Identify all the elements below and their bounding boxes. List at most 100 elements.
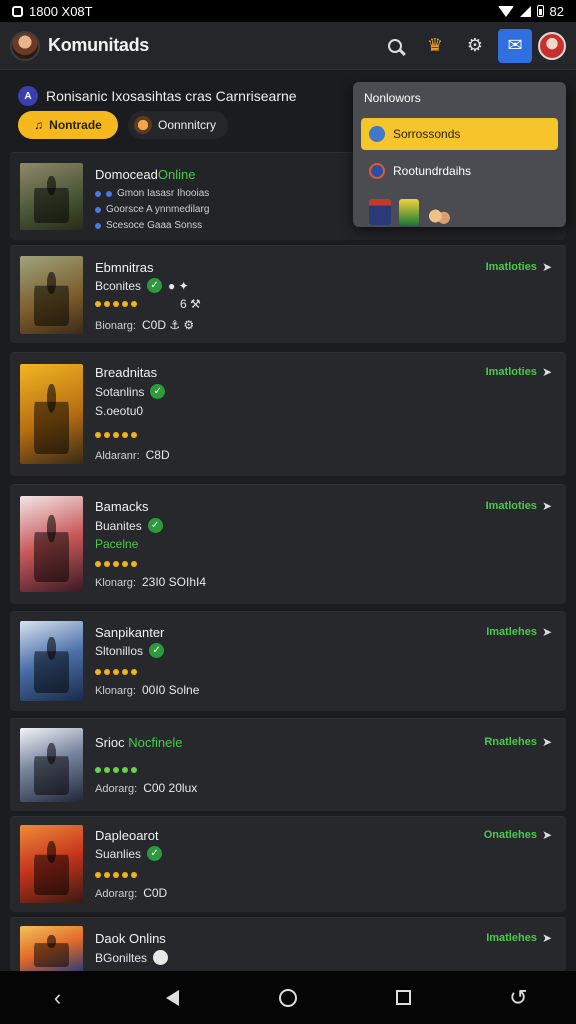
- game-thumbnail[interactable]: [399, 199, 419, 225]
- status-link[interactable]: Onatlehes ➤: [484, 828, 552, 842]
- status-line: Sotanlins ✓: [95, 384, 166, 399]
- status-link[interactable]: Rnatlehes ➤: [484, 735, 552, 749]
- system-nav-bar: ‹ ↺: [0, 971, 576, 1024]
- filter-chips: ♫ Nontrade Oonnnitcry: [18, 111, 229, 139]
- filter-dropdown: Nonlowors Sorrossonds Rootundrdaihs: [353, 82, 566, 227]
- list-item[interactable]: Breadnitas Sotanlins ✓ S.oeotu0 Aldaranr…: [10, 352, 566, 476]
- friend-name: Daok Onlins: [95, 931, 166, 946]
- home-circle-icon: [278, 988, 297, 1007]
- list-item[interactable]: Ebmnitras Bconites ✓ ● ✦ 6 ⚒ Bionarg: C0D…: [10, 245, 566, 343]
- check-icon: ✓: [150, 384, 166, 399]
- detail-line: Goorsce A ynnmedilarg: [95, 204, 209, 215]
- meta-line: Aldaranr: C8D: [95, 448, 170, 462]
- meta-line: Klonarg: 23I0 SOIhI4: [95, 575, 207, 589]
- status-link[interactable]: Imatloties ➤: [486, 260, 552, 274]
- status-line: Buanites ✓: [95, 518, 163, 533]
- filter-chip-primary[interactable]: ♫ Nontrade: [18, 111, 118, 139]
- game-thumbnail: [20, 163, 83, 230]
- check-icon: ✓: [147, 518, 163, 533]
- home-button[interactable]: [268, 978, 308, 1018]
- dropdown-title: Nonlowors: [364, 91, 421, 105]
- game-thumbnail: [20, 496, 83, 592]
- rating-stars: [95, 872, 137, 878]
- share-icon: ➤: [541, 499, 552, 513]
- chevron-left-icon: ‹: [53, 984, 62, 1010]
- gear-icon: ⚙: [466, 35, 484, 55]
- rating-stars: [95, 767, 137, 773]
- home-icon: [369, 126, 385, 142]
- game-thumbnail[interactable]: [369, 199, 391, 225]
- list-item[interactable]: Dapleoarot Suanlies ✓ Adorarg: C0D Onatle…: [10, 816, 566, 912]
- battery-icon: [536, 5, 544, 17]
- back-button[interactable]: ‹: [38, 978, 78, 1018]
- status-link[interactable]: Imatloties ➤: [486, 499, 552, 513]
- share-icon: ➤: [541, 260, 552, 274]
- clock-icon: [153, 950, 169, 965]
- section-heading: A Ronisanic Ixosasihtas cras Carnrisearn…: [18, 86, 297, 106]
- status-line: Sltonillos ✓: [95, 643, 165, 658]
- list-item[interactable]: Sanpikanter Sltonillos ✓ Klonarg: 00I0 So…: [10, 611, 566, 711]
- rating-stars: [95, 301, 137, 307]
- list-item[interactable]: Bamacks Buanites ✓ Pacelne Klonarg: 23I0 …: [10, 484, 566, 604]
- status-line: Bconites ✓ ● ✦: [95, 278, 189, 293]
- recents-square-icon: [395, 990, 411, 1005]
- filter-chip-primary-label: Nontrade: [49, 118, 102, 132]
- friend-name: Dapleoarot: [95, 828, 159, 843]
- globe-icon: [369, 163, 385, 179]
- share-icon: ➤: [541, 828, 552, 842]
- friend-name: DomoceadOnline: [95, 167, 196, 182]
- check-icon: ✓: [149, 643, 165, 658]
- game-thumbnail: [20, 728, 83, 802]
- meta-line: Adorarg: C00 20lux: [95, 781, 198, 795]
- detail-line: Gmon Iasasr Ihooias: [95, 188, 209, 199]
- trophy-button[interactable]: ♛: [418, 29, 452, 63]
- notification-icon: [12, 5, 23, 17]
- friend-name: Breadnitas: [95, 365, 158, 380]
- page-title: Komunitads: [48, 35, 150, 55]
- status-link[interactable]: Imatlehes ➤: [486, 931, 552, 945]
- sub-status: S.oeotu0: [95, 404, 144, 418]
- status-time: 1800 X08T: [29, 3, 93, 19]
- friend-name: Bamacks: [95, 499, 149, 514]
- section-heading-text: Ronisanic Ixosasihtas cras Carnrisearne: [46, 88, 297, 104]
- rating-stars: [95, 432, 137, 438]
- game-thumbnail: [20, 621, 83, 701]
- list-item[interactable]: Daok Onlins BGoniltes Imatlehes ➤: [10, 917, 566, 972]
- status-link[interactable]: Imatlehes ➤: [486, 625, 552, 639]
- meta-line: Bionarg: C0D ⚓ ⚙: [95, 318, 195, 332]
- share-icon: ➤: [541, 625, 552, 639]
- messages-button[interactable]: ✉: [498, 28, 532, 63]
- app-header: Komunitads ♛ ⚙ ✉: [0, 22, 576, 70]
- back-triangle-button[interactable]: [153, 978, 193, 1018]
- search-icon: [388, 38, 402, 53]
- settings-button[interactable]: ⚙: [458, 29, 492, 63]
- game-thumbnail: [20, 256, 83, 334]
- filter-chip-secondary-label: Oonnnitcry: [158, 118, 217, 132]
- filter-chip-secondary[interactable]: Oonnnitcry: [128, 111, 229, 139]
- status-link[interactable]: Imatloties ➤: [486, 365, 552, 379]
- sub-status: Pacelne: [95, 537, 139, 551]
- rating-stars: [95, 669, 137, 675]
- friend-name: Sanpikanter: [95, 625, 165, 640]
- sub-stat: 6 ⚒: [180, 297, 201, 311]
- meta-line: Adorarg: C0D: [95, 886, 168, 900]
- recents-button[interactable]: [383, 978, 423, 1018]
- chip-avatar-icon: [134, 116, 152, 134]
- signal-icon: [519, 5, 531, 17]
- status-line: BGoniltes: [95, 950, 169, 965]
- profile-button[interactable]: [538, 31, 566, 60]
- share-icon: ➤: [541, 735, 552, 749]
- avatar[interactable]: [10, 30, 40, 61]
- share-icon: ➤: [541, 931, 552, 945]
- list-item[interactable]: Srioc Nocfinele Adorarg: C00 20lux Rnatle…: [10, 718, 566, 811]
- detail-line: Scesoce Gaaa Sonss: [95, 220, 202, 231]
- search-button[interactable]: [378, 29, 412, 63]
- share-icon: ➤: [541, 365, 552, 379]
- extra-icons: ● ✦: [168, 278, 189, 293]
- game-thumbnail[interactable]: [427, 207, 451, 225]
- game-thumbnail: [20, 926, 83, 972]
- dropdown-item-1[interactable]: Rootundrdaihs: [361, 155, 558, 187]
- assistant-button[interactable]: ↺: [498, 978, 538, 1018]
- dropdown-item-0[interactable]: Sorrossonds: [361, 118, 558, 150]
- status-right-text: 82: [549, 3, 564, 19]
